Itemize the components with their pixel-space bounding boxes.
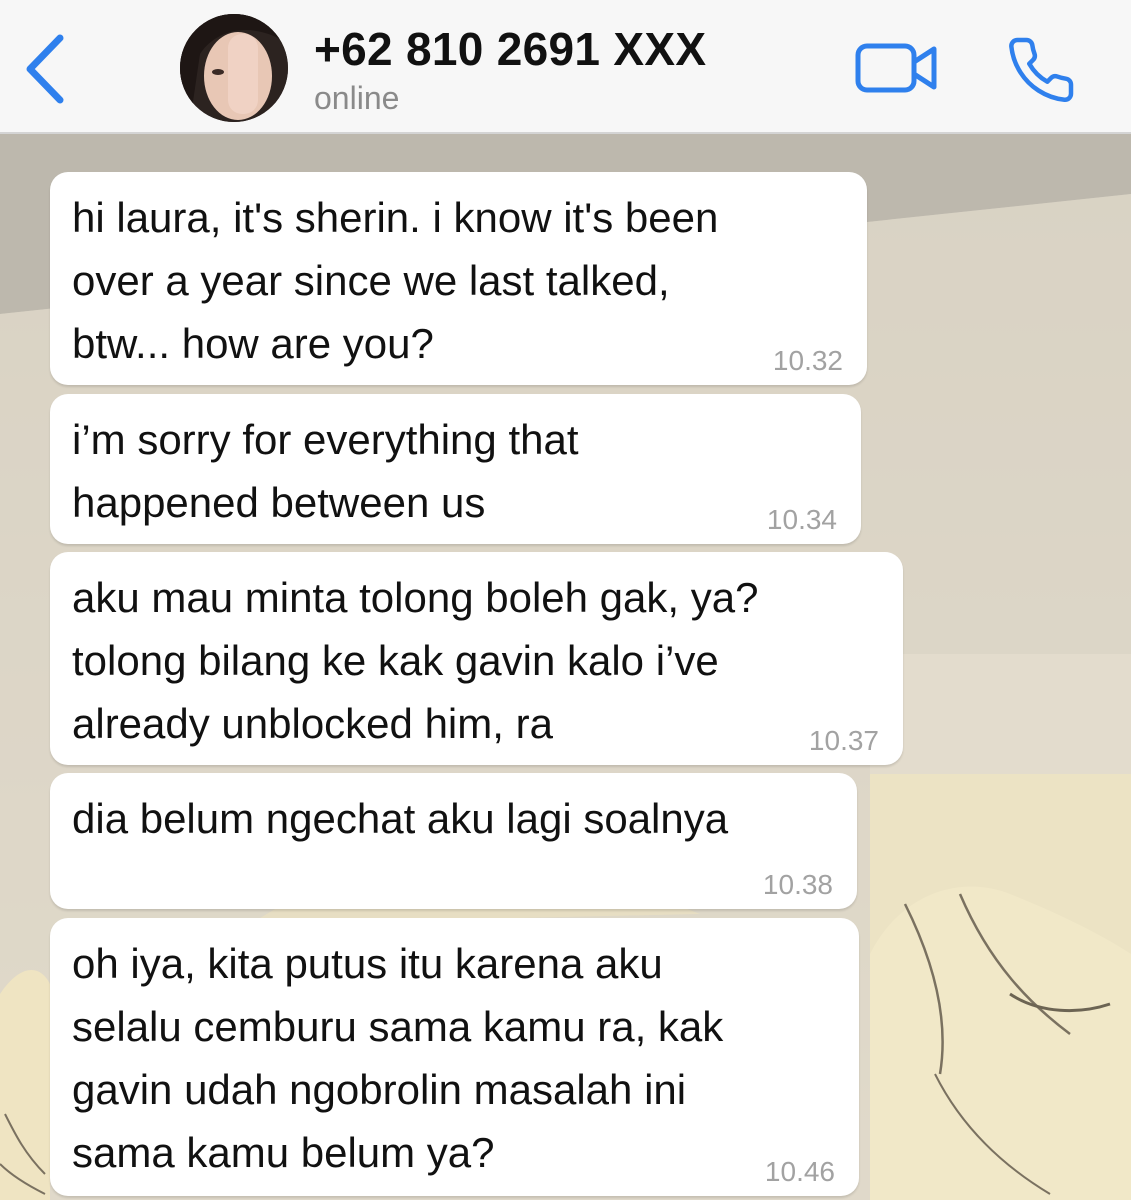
chat-header: +62 810 2691 XXX online [0, 0, 1131, 134]
contact-name[interactable]: +62 810 2691 XXX [314, 22, 706, 76]
contact-status: online [314, 80, 400, 116]
message-text: dia belum ngechat aku lagi soalnya [72, 795, 729, 842]
message-bubble[interactable]: aku mau minta tolong boleh gak, ya? tolo… [50, 552, 903, 765]
message-bubble[interactable]: dia belum ngechat aku lagi soalnya 10.38 [50, 773, 857, 909]
video-camera-icon [855, 43, 937, 93]
avatar[interactable] [180, 14, 288, 122]
voice-call-button[interactable] [1004, 34, 1078, 106]
message-timestamp: 10.37 [808, 725, 879, 756]
message-timestamp: 10.32 [772, 345, 843, 376]
video-call-button[interactable] [852, 40, 942, 96]
chevron-left-icon [26, 34, 64, 104]
phone-icon [1009, 37, 1074, 103]
message-timestamp: 10.34 [766, 504, 837, 535]
message-text: aku mau minta tolong boleh gak, ya? tolo… [72, 574, 759, 747]
message-timestamp: 10.46 [764, 1156, 835, 1187]
message-text: hi laura, it's sherin. i know it's been … [72, 194, 719, 367]
message-bubble[interactable]: oh iya, kita putus itu karena aku selalu… [50, 918, 859, 1196]
back-button[interactable] [14, 24, 78, 114]
message-text: i’m sorry for everything that happened b… [72, 416, 579, 526]
message-bubble[interactable]: i’m sorry for everything that happened b… [50, 394, 861, 544]
message-text: oh iya, kita putus itu karena aku selalu… [72, 940, 724, 1176]
message-bubble[interactable]: hi laura, it's sherin. i know it's been … [50, 172, 867, 385]
message-timestamp: 10.38 [762, 869, 833, 900]
avatar-photo [180, 14, 288, 122]
